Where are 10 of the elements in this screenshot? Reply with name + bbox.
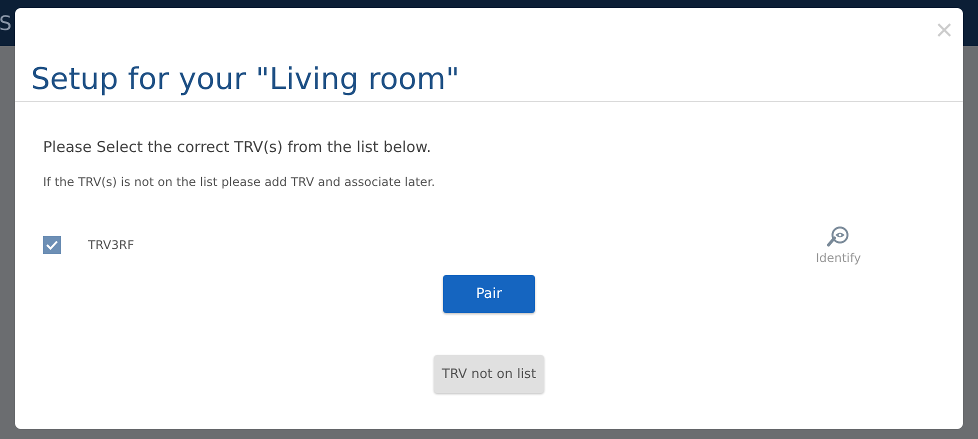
instruction-text: Please Select the correct TRV(s) from the list below.	[43, 138, 432, 156]
pair-button[interactable]: Pair	[443, 275, 535, 313]
magnifier-eye-icon	[826, 225, 850, 249]
hint-text: If the TRV(s) is not on the list please add TRV and associate later.	[43, 175, 436, 189]
dialog-title: Setup for your "Living room"	[31, 62, 460, 97]
checkbox[interactable]	[43, 236, 61, 254]
header-text: S	[0, 11, 12, 35]
trv-not-on-list-button[interactable]: TRV not on list	[434, 355, 544, 393]
identify-button[interactable]: Identify	[816, 225, 861, 265]
device-name: TRV3RF	[88, 238, 136, 252]
